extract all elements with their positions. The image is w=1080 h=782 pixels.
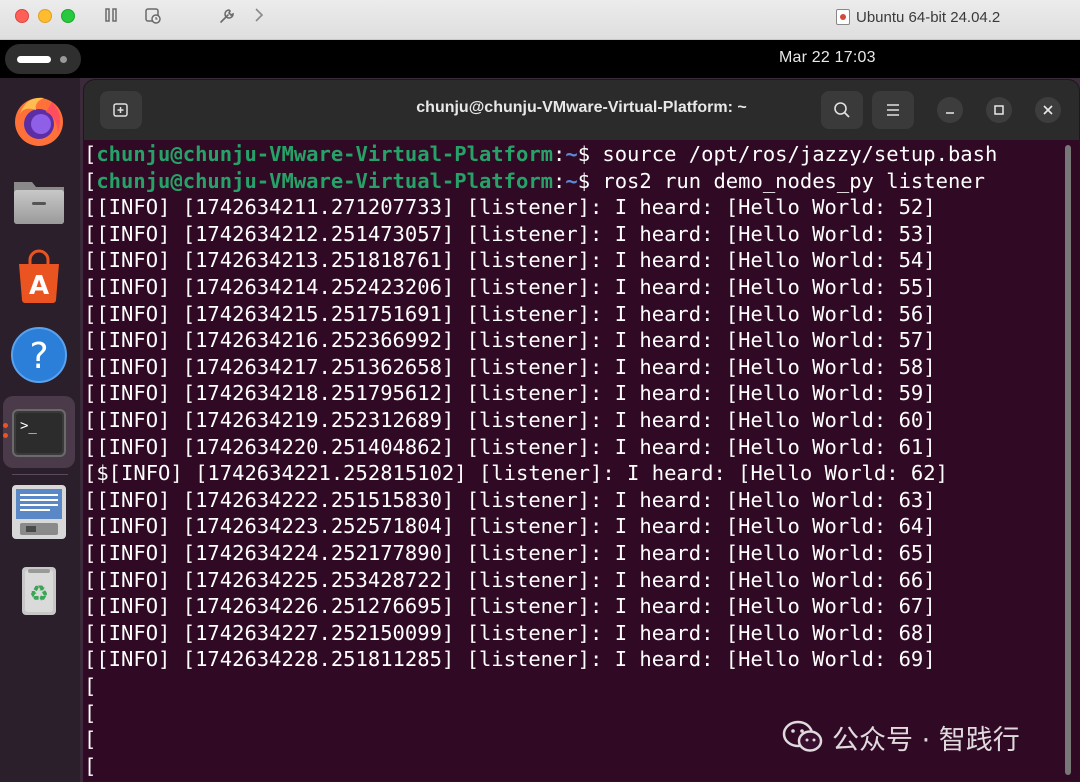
activities-button[interactable] — [5, 44, 81, 74]
log-line: [[INFO] [1742634220.251404862] [listener… — [84, 434, 936, 459]
log-line: [[INFO] [1742634214.252423206] [listener… — [84, 275, 936, 299]
log-line: [[INFO] [1742634218.251795612] [listener… — [84, 381, 936, 406]
log-line: [[INFO] [1742634211.271207733] [listener… — [84, 195, 936, 220]
empty-line: [ — [84, 700, 97, 725]
empty-line: [ — [84, 753, 97, 778]
ubuntu-dock: A ? >_ ♻ — [0, 78, 80, 782]
maximize-button[interactable] — [986, 97, 1012, 123]
workspace-indicator-active — [17, 56, 51, 63]
wrench-icon[interactable] — [217, 7, 237, 27]
log-line: [[INFO] [1742634225.253428722] [listener… — [84, 567, 936, 592]
log-line: [[INFO] [1742634219.252312689] [listener… — [84, 408, 936, 432]
text-editor-icon[interactable] — [10, 483, 68, 541]
vm-title: Ubuntu 64-bit 24.04.2 — [836, 7, 1000, 27]
command-line: [chunju@chunju-VMware-Virtual-Platform:~… — [84, 168, 985, 193]
svg-text:♻: ♻ — [29, 582, 49, 607]
terminal-window: chunju@chunju-VMware-Virtual-Platform: ~… — [83, 79, 1080, 782]
svg-text:?: ? — [29, 336, 48, 377]
minimize-window-button[interactable] — [38, 9, 52, 23]
log-line: [[INFO] [1742634213.251818761] [listener… — [84, 248, 936, 273]
empty-line: [ — [84, 674, 97, 698]
workspace-indicator-dot — [60, 56, 67, 63]
files-icon[interactable] — [10, 170, 68, 228]
log-line: [[INFO] [1742634217.251362658] [listener… — [84, 354, 936, 379]
ubuntu-top-panel: Mar 22 17:03 — [0, 40, 1080, 78]
trash-icon[interactable]: ♻ — [10, 561, 68, 619]
terminal-icon[interactable]: >_ — [10, 404, 68, 462]
log-line: [[INFO] [1742634222.251515830] [listener… — [84, 487, 936, 512]
close-window-button[interactable] — [15, 9, 29, 23]
minimize-button[interactable] — [937, 97, 963, 123]
log-line: [[INFO] [1742634223.252571804] [listener… — [84, 514, 936, 539]
running-indicator — [3, 433, 8, 438]
search-button[interactable] — [821, 91, 863, 129]
log-line: [[INFO] [1742634216.252366992] [listener… — [84, 328, 936, 353]
log-line: [[INFO] [1742634226.251276695] [listener… — [84, 594, 936, 619]
command-line: [chunju@chunju-VMware-Virtual-Platform:~… — [84, 142, 998, 166]
vm-icon — [836, 9, 850, 25]
clock[interactable]: Mar 22 17:03 — [779, 49, 876, 67]
terminal-title: chunju@chunju-VMware-Virtual-Platform: ~ — [416, 99, 747, 116]
watermark: 公众号 · 智践行 — [782, 717, 1020, 757]
terminal-output[interactable]: [chunju@chunju-VMware-Virtual-Platform:~… — [84, 141, 1074, 781]
zoom-window-button[interactable] — [61, 9, 75, 23]
log-line: [[INFO] [1742634212.251473057] [listener… — [84, 221, 936, 246]
wechat-icon — [782, 720, 823, 752]
terminal-scrollbar[interactable] — [1065, 145, 1071, 775]
log-line: [[INFO] [1742634224.252177890] [listener… — [84, 541, 936, 565]
close-button[interactable] — [1035, 97, 1061, 123]
log-line: [$[INFO] [1742634221.252815102] [listene… — [84, 461, 948, 486]
firefox-icon[interactable] — [10, 92, 68, 150]
app-center-icon[interactable]: A — [10, 248, 68, 306]
vm-window-titlebar: Ubuntu 64-bit 24.04.2 — [0, 0, 1080, 40]
chevron-right-icon[interactable] — [249, 7, 269, 27]
snapshot-icon[interactable] — [143, 7, 163, 27]
vm-title-text: Ubuntu 64-bit 24.04.2 — [856, 8, 1001, 26]
empty-line: [ — [84, 727, 97, 752]
pause-icon[interactable] — [101, 7, 121, 27]
help-icon[interactable]: ? — [10, 326, 68, 384]
running-indicator — [3, 423, 8, 428]
log-line: [[INFO] [1742634228.251811285] [listener… — [84, 647, 936, 672]
svg-text:>_: >_ — [20, 418, 37, 434]
log-line: [[INFO] [1742634215.251751691] [listener… — [84, 301, 936, 326]
terminal-headerbar: chunju@chunju-VMware-Virtual-Platform: ~ — [84, 80, 1079, 140]
watermark-text: 公众号 · 智践行 — [832, 724, 1020, 756]
svg-text:A: A — [29, 271, 49, 301]
dock-separator — [12, 474, 68, 475]
menu-button[interactable] — [872, 91, 914, 129]
log-line: [[INFO] [1742634227.252150099] [listener… — [84, 620, 936, 645]
